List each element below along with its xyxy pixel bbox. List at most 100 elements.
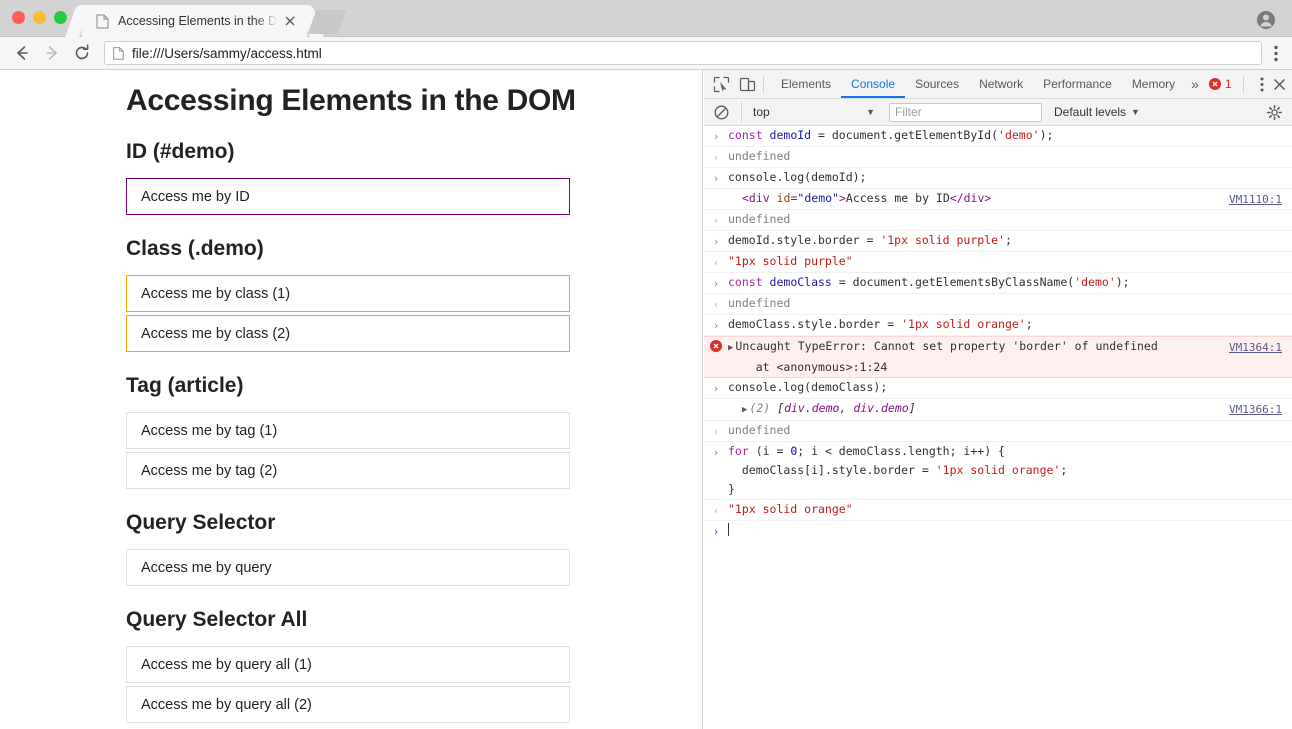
console-row-gutter: ‹ (704, 500, 728, 520)
error-badge[interactable]: 1 (1205, 77, 1236, 91)
console-token: = document.getElementsByClassName( (839, 275, 1074, 289)
devtools-panel: ElementsConsoleSourcesNetworkPerformance… (704, 70, 1292, 729)
console-row-text: undefined (728, 147, 1282, 166)
maximize-window-button[interactable] (54, 11, 67, 24)
address-bar-url: file:///Users/sammy/access.html (132, 46, 322, 61)
clear-console-icon[interactable] (714, 105, 729, 120)
devtools-tab-console[interactable]: Console (841, 70, 905, 98)
inspect-element-icon[interactable] (713, 76, 730, 93)
console-token: "1px solid purple" (728, 254, 853, 268)
console-token: const (728, 128, 770, 142)
error-circle-icon (1209, 78, 1221, 90)
minimize-window-button[interactable] (33, 11, 46, 24)
demo-box: Access me by tag (2) (126, 452, 570, 489)
devtools-overflow-button[interactable]: » (1185, 76, 1205, 92)
demo-box: Access me by tag (1) (126, 412, 570, 449)
demo-box: Access me by class (2) (126, 315, 570, 352)
log-levels-value: Default levels (1054, 105, 1126, 119)
console-token: ] (909, 401, 916, 415)
console-row-text: "1px solid purple" (728, 252, 1282, 271)
toolbar-divider (763, 76, 764, 93)
console-row-gutter: › (704, 231, 728, 251)
devtools-tab-memory[interactable]: Memory (1122, 70, 1185, 98)
console-input-cursor[interactable] (728, 523, 729, 536)
profile-avatar-icon[interactable] (1256, 10, 1276, 30)
address-bar[interactable]: file:///Users/sammy/access.html (104, 41, 1262, 65)
devtools-tab-network[interactable]: Network (969, 70, 1033, 98)
console-row-text: demoId.style.border = '1px solid purple'… (728, 231, 1282, 250)
console-token: , (839, 401, 853, 415)
console-row-text: <div id="demo">Access me by ID</div> (728, 189, 1221, 208)
console-token: "1px solid orange" (728, 502, 853, 516)
reload-icon[interactable] (72, 43, 92, 63)
console-token: for (728, 444, 756, 458)
more-options-icon[interactable] (1260, 77, 1264, 92)
execution-context-value: top (753, 105, 770, 119)
settings-gear-icon[interactable] (1267, 105, 1282, 120)
console-token: console.log(demoId); (728, 170, 866, 184)
console-row-input: ›for (i = 0; i < demoClass.length; i++) … (704, 442, 1292, 500)
source-link[interactable]: VM1366:1 (1221, 399, 1282, 419)
console-row-input: ›demoId.style.border = '1px solid purple… (704, 231, 1292, 252)
source-link[interactable]: VM1110:1 (1221, 189, 1282, 209)
back-icon[interactable] (12, 43, 32, 63)
source-link[interactable]: VM1364:1 (1221, 337, 1282, 357)
execution-context-select[interactable]: top ▼ (741, 102, 879, 122)
console-row-text: console.log(demoClass); (728, 378, 1282, 397)
console-row-text: ▶(2) [div.demo, div.demo] (728, 399, 1221, 420)
device-toolbar-icon[interactable] (739, 76, 756, 93)
forward-icon (42, 43, 62, 63)
console-row-text: const demoId = document.getElementById('… (728, 126, 1282, 145)
console-filter-bar: top ▼ Filter Default levels ▼ (704, 99, 1292, 126)
browser-menu-icon[interactable] (1274, 45, 1278, 62)
console-row-output: ‹undefined (704, 294, 1292, 315)
console-token: undefined (728, 296, 790, 310)
devtools-tab-performance[interactable]: Performance (1033, 70, 1122, 98)
console-token: Access me by ID (846, 191, 950, 205)
badge-divider (1243, 76, 1244, 93)
console-token: "demo" (797, 191, 839, 205)
console-token: <div (742, 191, 777, 205)
console-row-text: undefined (728, 294, 1282, 313)
console-token: Uncaught TypeError: Cannot set property … (728, 339, 1158, 374)
page-viewport: Accessing Elements in the DOM ID (#demo)… (0, 70, 703, 729)
console-row-gutter: ‹ (704, 294, 728, 314)
console-token: const (728, 275, 770, 289)
console-row-text: for (i = 0; i < demoClass.length; i++) {… (728, 442, 1282, 499)
close-devtools-icon[interactable] (1273, 78, 1286, 91)
close-tab-icon[interactable] (283, 14, 297, 28)
devtools-tab-elements[interactable]: Elements (771, 70, 841, 98)
console-token: demoId (770, 128, 818, 142)
console-row-input: ›console.log(demoClass); (704, 378, 1292, 399)
console-filter-input[interactable]: Filter (889, 103, 1042, 122)
console-row-gutter: › (704, 378, 728, 398)
console-row-text: undefined (728, 210, 1282, 229)
console-row-text: console.log(demoId); (728, 168, 1282, 187)
console-row-gutter: ‹ (704, 421, 728, 441)
console-row-output: ‹undefined (704, 210, 1292, 231)
console-token: 'demo' (998, 128, 1040, 142)
browser-tab[interactable]: Accessing Elements in the DOM (82, 5, 307, 37)
console-row-gutter: › (704, 521, 728, 541)
console-output[interactable]: › const demoId = document.getElementById(… (704, 126, 1292, 729)
log-levels-select[interactable]: Default levels ▼ (1054, 105, 1140, 119)
console-token: div.demo (784, 401, 839, 415)
devtools-tab-sources[interactable]: Sources (905, 70, 969, 98)
console-row-text: demoClass.style.border = '1px solid oran… (728, 315, 1282, 334)
console-token: > (839, 191, 846, 205)
chevron-down-icon: ▼ (866, 107, 875, 117)
demo-box: Access me by query (126, 549, 570, 586)
section-heading: Query Selector All (126, 608, 702, 632)
tab-strip: Accessing Elements in the DOM (0, 0, 1292, 37)
console-row-gutter (704, 399, 728, 400)
close-window-button[interactable] (12, 11, 25, 24)
console-row-text: "1px solid orange" (728, 500, 1282, 519)
console-row-text: const demoClass = document.getElementsBy… (728, 273, 1282, 292)
console-row-input: ›const demoClass = document.getElementsB… (704, 273, 1292, 294)
devtools-tabbar: ElementsConsoleSourcesNetworkPerformance… (704, 70, 1292, 99)
console-token: undefined (728, 212, 790, 226)
console-token: ; (1026, 317, 1033, 331)
console-row-text (728, 521, 1282, 540)
console-token: '1px solid purple' (880, 233, 1005, 247)
console-token: ); (1116, 275, 1130, 289)
